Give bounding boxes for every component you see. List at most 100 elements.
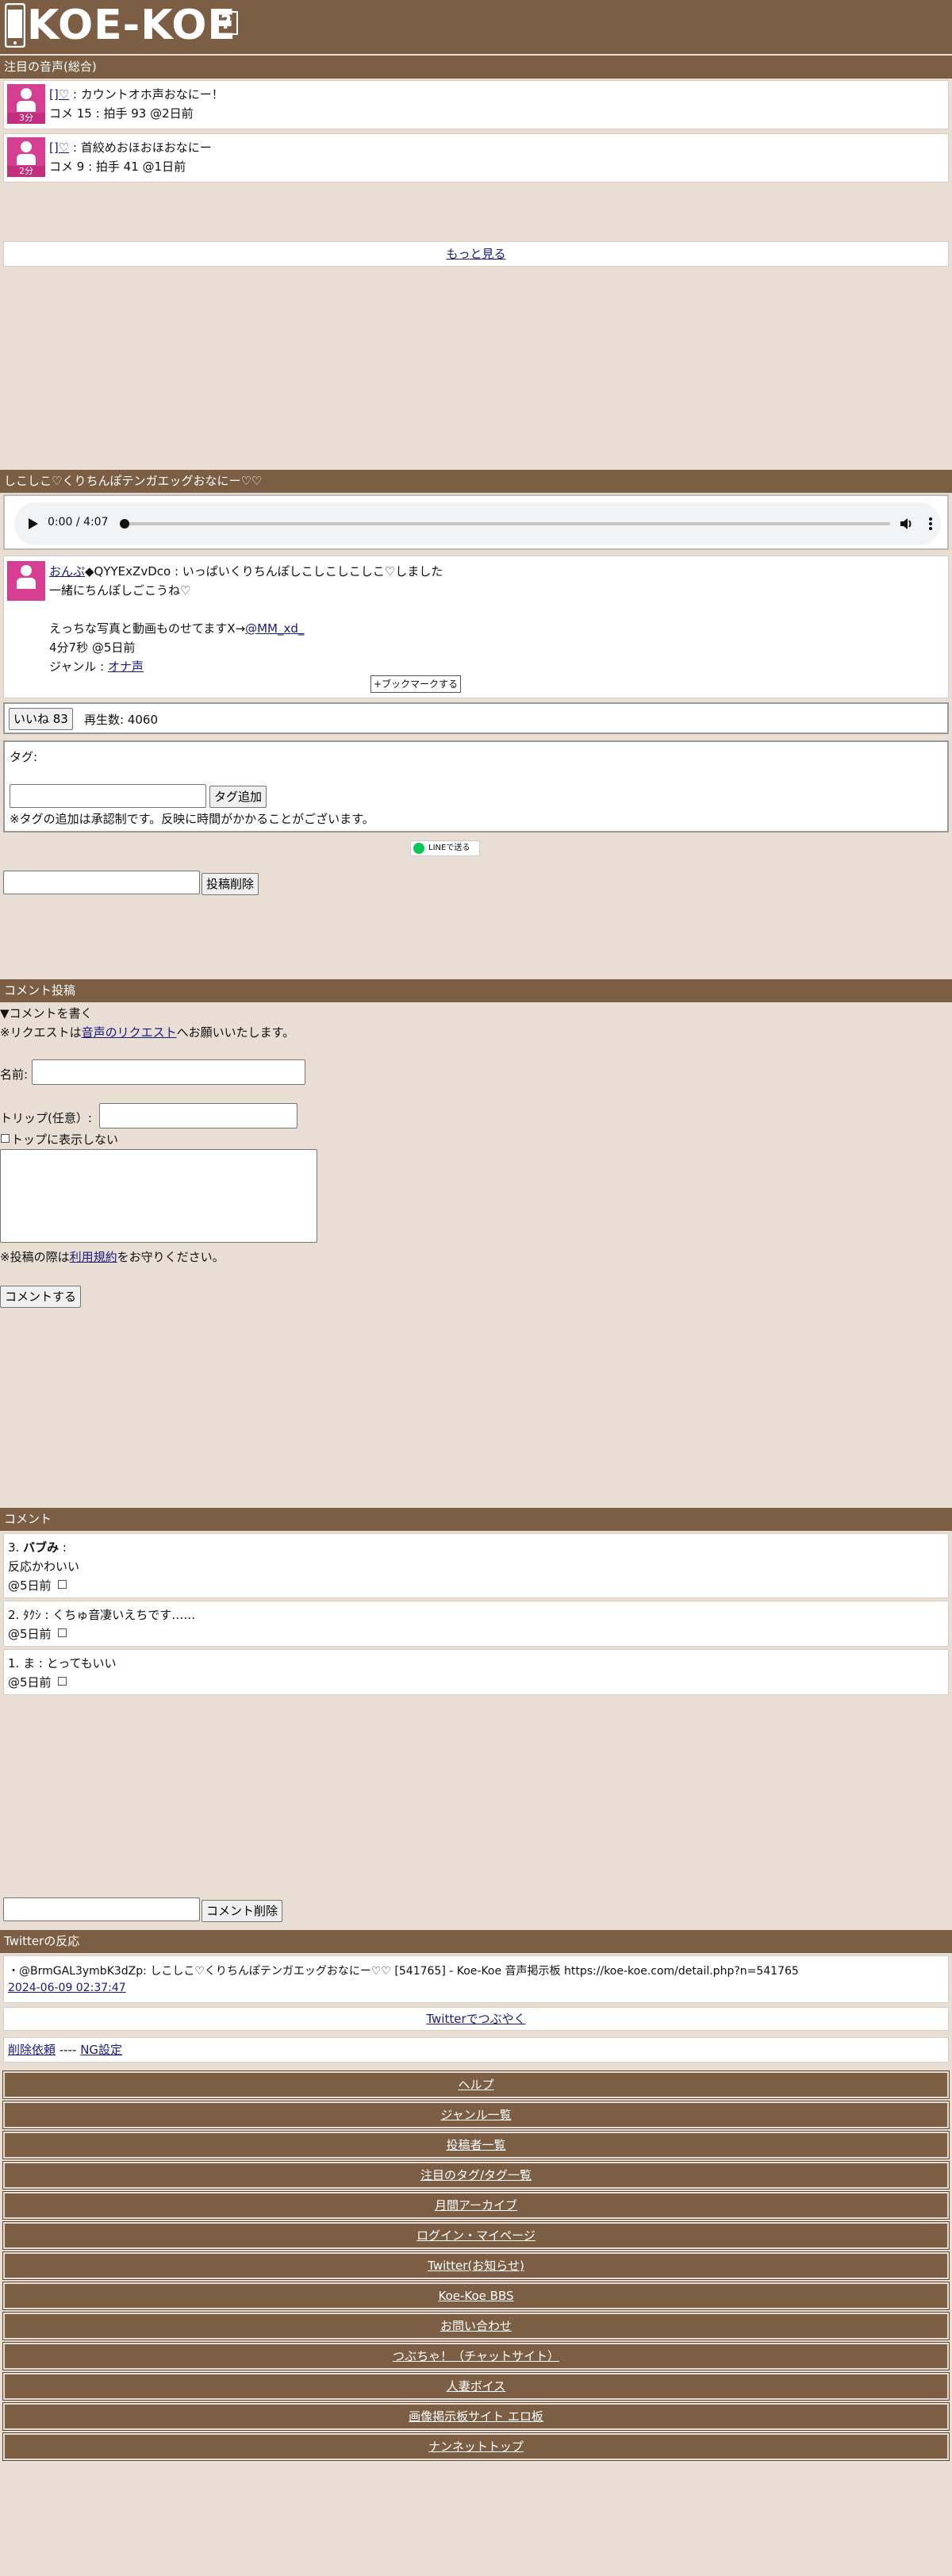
audio-progress[interactable] — [124, 522, 890, 525]
comment-checkbox[interactable] — [58, 1628, 67, 1637]
nav-posters[interactable]: 投稿者一覧 — [2, 2131, 950, 2159]
link-separator: ---- — [56, 2043, 81, 2057]
nav-chat[interactable]: つぶちゃ！（チャットサイト） — [2, 2342, 950, 2370]
nav-link[interactable]: 月間アーカイブ — [435, 2198, 517, 2213]
comment-text: くちゅ音凄いえちです…… — [52, 1608, 196, 1622]
comment-number: 2. — [8, 1608, 20, 1622]
request-link[interactable]: 音声のリクエスト — [82, 1025, 177, 1040]
comment-checkbox[interactable] — [58, 1677, 67, 1686]
comment-item: 2. ﾀｸｼ : くちゅ音凄いえちです…… @5日前 — [3, 1601, 949, 1647]
volume-icon[interactable] — [900, 517, 914, 531]
comment-submit-button[interactable]: コメントする — [0, 1286, 82, 1308]
nav-link[interactable]: 画像掲示板サイト エロ板 — [409, 2409, 543, 2424]
rules-note-pre: ※投稿の際は — [0, 1250, 70, 1264]
post-length: 4分7秒 @5日前 — [49, 640, 136, 655]
nav-tags[interactable]: 注目のタグ/タグ一覧 — [2, 2161, 950, 2190]
more-link[interactable]: もっと見る — [446, 247, 505, 261]
nav-link[interactable]: ヘルプ — [458, 2078, 493, 2092]
tag-input[interactable] — [10, 784, 206, 808]
popular-user-link[interactable]: []♡ — [49, 87, 69, 102]
post-desc-1: : いっぱいくりちんぽしこしこしこしこ♡しました — [171, 564, 443, 579]
line-icon — [413, 843, 424, 854]
nav-help[interactable]: ヘルプ — [2, 2070, 950, 2099]
comment-toggle[interactable]: ▼コメントを書く — [0, 1005, 93, 1021]
comment-form-header: コメント投稿 — [0, 979, 952, 1002]
nav-link[interactable]: 注目のタグ/タグ一覧 — [420, 2168, 532, 2182]
delete-request-link[interactable]: 削除依頼 — [8, 2043, 56, 2057]
nav-link[interactable]: ナンネットトップ — [428, 2440, 524, 2454]
play-icon[interactable] — [29, 518, 38, 529]
nav-contact[interactable]: お問い合わせ — [2, 2312, 950, 2340]
help-icon[interactable]: ? — [214, 11, 238, 35]
x-account-link[interactable]: @MM_xd_ — [245, 621, 304, 636]
avatar[interactable]: 3分 — [7, 84, 45, 124]
tweet-time-link[interactable]: 2024-06-09 02:37:47 — [8, 1982, 126, 1994]
comment-checkbox[interactable] — [58, 1580, 67, 1589]
popular-meta: コメ 15 : 拍手 93 @2日前 — [49, 106, 194, 121]
nav-bbs[interactable]: Koe-Koe BBS — [2, 2282, 950, 2310]
hide-top-label: トップに表示しない — [11, 1132, 119, 1147]
comment-textarea[interactable] — [0, 1149, 317, 1243]
post-detail: おんぷ◆QYYExZvDco : いっぱいくりちんぽしこしこしこしこ♡しました … — [3, 556, 949, 698]
popular-user-link[interactable]: []♡ — [49, 140, 69, 155]
avatar[interactable]: 2分 — [7, 137, 45, 177]
avatar[interactable] — [7, 561, 45, 601]
post-desc-2: 一緒にちんぽしごこうね♡ — [49, 583, 191, 598]
popular-item[interactable]: 2分 []♡ : 首絞めおほおほおなにー コメ 9 : 拍手 41 @1日前 — [3, 133, 949, 183]
nav-link[interactable]: 人妻ボイス — [447, 2379, 506, 2393]
nav-login[interactable]: ログイン・マイページ — [2, 2221, 950, 2250]
nav-twitter[interactable]: Twitter(お知らせ) — [2, 2251, 950, 2280]
comment-item: 1. ま : とってもいい @5日前 — [3, 1649, 949, 1695]
name-input[interactable] — [32, 1059, 305, 1085]
comments-header: コメント — [0, 1508, 952, 1531]
audio-scrubber[interactable] — [120, 519, 129, 529]
tag-box: タグ: タグ追加 ※タグの追加は承認制です。反映に時間がかかることがございます。 — [3, 740, 949, 832]
line-share-label: LINEで送る — [428, 844, 470, 852]
audio-box: 0:00 / 4:07 — [3, 494, 949, 550]
site-logo[interactable]: KOE-KOE — [27, 2, 236, 49]
nav-nannet[interactable]: ナンネットトップ — [2, 2432, 950, 2461]
rules-link[interactable]: 利用規約 — [70, 1250, 117, 1264]
nav-link[interactable]: Koe-Koe BBS — [438, 2289, 513, 2303]
popular-title: : 首絞めおほおほおなにー — [69, 140, 212, 155]
poster-name-link[interactable]: おんぷ — [49, 564, 85, 579]
genre-link[interactable]: オナ声 — [108, 659, 144, 674]
nav-archive[interactable]: 月間アーカイブ — [2, 2191, 950, 2220]
comment-number: 3. — [8, 1540, 20, 1555]
nav-link[interactable]: 投稿者一覧 — [446, 2138, 505, 2152]
audio-player[interactable]: 0:00 / 4:07 — [14, 502, 941, 545]
comment-delete-input[interactable] — [3, 1897, 200, 1921]
nav-genres[interactable]: ジャンル一覧 — [2, 2101, 950, 2129]
trip-input[interactable] — [99, 1103, 298, 1128]
post-delete-button[interactable]: 投稿削除 — [202, 873, 259, 895]
like-box: いいね 83 再生数: 4060 — [3, 702, 949, 734]
comment-text: 反応かわいい — [8, 1559, 80, 1574]
ng-settings-link[interactable]: NG設定 — [80, 2043, 122, 2057]
popular-item[interactable]: 3分 []♡ : カウントオホ声おなにー！ コメ 15 : 拍手 93 @2日前 — [3, 80, 949, 129]
hide-top-checkbox[interactable] — [1, 1134, 10, 1143]
comment-author: バブみ — [23, 1540, 60, 1555]
like-button[interactable]: いいね 83 — [9, 708, 73, 730]
line-share-button[interactable]: LINEで送る — [410, 840, 480, 856]
more-options-icon[interactable] — [928, 517, 933, 531]
nav-image-board[interactable]: 画像掲示板サイト エロ板 — [2, 2402, 950, 2431]
nav-link[interactable]: ジャンル一覧 — [440, 2108, 511, 2122]
tag-add-button[interactable]: タグ追加 — [209, 786, 267, 808]
rules-note-post: をお守りください。 — [117, 1250, 225, 1264]
nav-link[interactable]: ログイン・マイページ — [416, 2228, 536, 2243]
comment-sep: : — [59, 1540, 67, 1555]
nav-link[interactable]: お問い合わせ — [440, 2319, 512, 2333]
nav-voice[interactable]: 人妻ボイス — [2, 2372, 950, 2401]
nav-link[interactable]: Twitter(お知らせ) — [428, 2259, 524, 2273]
comment-time: @5日前 — [8, 1578, 52, 1593]
bookmark-button[interactable]: +ブックマークする — [370, 675, 462, 693]
tweet-button[interactable]: Twitterでつぶやく — [426, 2012, 525, 2026]
nav-link[interactable]: つぶちゃ！（チャットサイト） — [393, 2349, 559, 2363]
tweet-button-box: Twitterでつぶやく — [3, 2007, 949, 2031]
post-delete-input[interactable] — [3, 871, 200, 894]
tag-label: タグ: — [10, 750, 38, 764]
comment-time: @5日前 — [8, 1627, 52, 1641]
comment-delete-button[interactable]: コメント削除 — [202, 1900, 283, 1922]
twitter-header: Twitterの反応 — [0, 1930, 952, 1953]
comment-time: @5日前 — [8, 1675, 52, 1690]
